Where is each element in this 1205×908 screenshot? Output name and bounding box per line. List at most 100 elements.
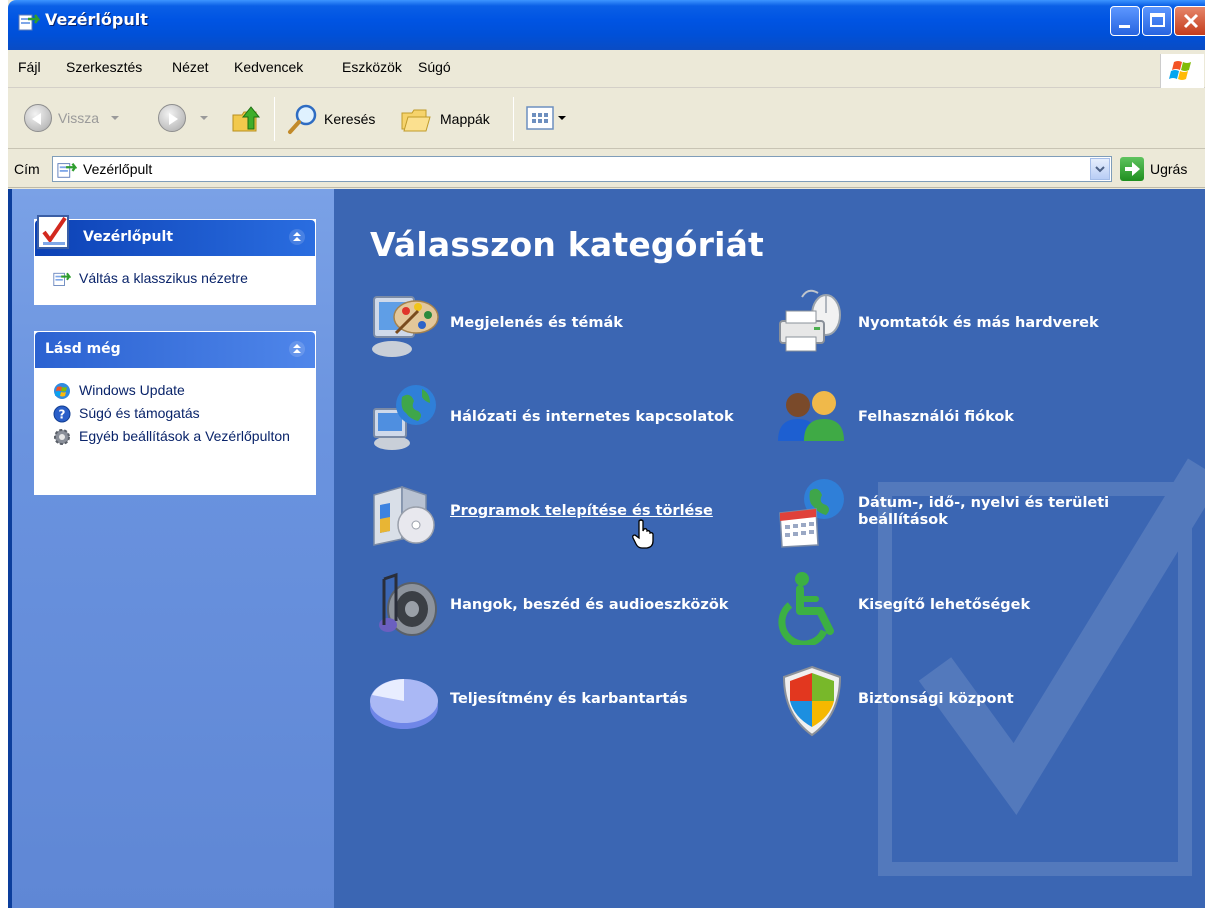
folders-label: Mappák [440,111,490,127]
go-label[interactable]: Ugrás [1150,161,1187,177]
forward-button[interactable] [158,104,208,132]
link-label: Egyéb beállítások a Vezérlőpulton [79,428,290,444]
address-bar: Cím Vezérlőpult Ugrás [8,150,1205,188]
menu-bar: Fájl Szerkesztés Nézet Kedvencek Eszközö… [8,50,1205,88]
other-options-link[interactable]: Egyéb beállítások a Vezérlőpulton [53,428,305,445]
menu-tools[interactable]: Eszközök [342,59,402,75]
minimize-button[interactable] [1110,6,1140,36]
category-performance[interactable]: Teljesítmény és karbantartás [366,663,766,743]
category-appearance[interactable]: Megjelenés és témák [366,287,766,367]
appearance-icon [372,296,439,357]
search-label: Keresés [324,111,376,127]
link-label: Váltás a klasszikus nézetre [79,270,248,286]
control-panel-icon [18,14,40,31]
category-label: Nyomtatók és más hardverek [858,315,1099,331]
close-icon [1183,13,1199,29]
help-support-link[interactable]: ? Súgó és támogatás [53,405,305,423]
page-heading: Válasszon kategóriát [370,225,765,264]
address-label: Cím [14,161,40,177]
switch-classic-view-link[interactable]: Váltás a klasszikus nézetre [53,270,305,287]
maximize-button[interactable] [1142,6,1172,36]
go-button[interactable] [1120,157,1144,181]
sound-icon [379,572,437,636]
category-user-accounts[interactable]: Felhasználói fiókok [774,381,1174,461]
folders-icon [401,109,431,132]
toolbar-separator [274,97,275,141]
forward-arrow-icon [158,104,186,132]
svg-text:?: ? [59,408,66,422]
address-field[interactable]: Vezérlőpult [52,156,1112,182]
back-label: Vissza [58,110,99,126]
category-label: Felhasználói fiókok [858,409,1014,425]
control-panel-icon [53,272,71,286]
see-also-panel: Lásd még Windows Update ? Súgó és támoga… [34,331,316,495]
network-icon [373,385,436,450]
go-arrow-icon [1125,162,1140,176]
menu-help[interactable]: Súgó [418,59,451,75]
control-panel-panel: Vezérlőpult Váltás a klasszikus nézetre [34,215,316,305]
category-printers[interactable]: Nyomtatók és más hardverek [774,287,1174,367]
category-label: Programok telepítése és törlése [450,503,713,519]
views-button[interactable] [526,105,566,131]
control-panel-large-icon [37,215,69,249]
control-panel-icon [57,162,77,178]
back-button[interactable]: Vissza [24,104,119,132]
category-label: Teljesítmény és karbantartás [450,691,688,707]
menu-view[interactable]: Nézet [172,59,209,75]
category-accessibility[interactable]: Kisegítő lehetőségek [774,569,1174,649]
user-accounts-icon [778,391,844,441]
category-label: Megjelenés és témák [450,315,623,331]
collapse-icon[interactable] [289,341,305,357]
link-label: Súgó és támogatás [79,405,200,421]
panel-header[interactable]: Lásd még [35,332,315,368]
category-label: Kisegítő lehetőségek [858,597,1031,613]
views-dropdown-icon[interactable] [558,116,566,120]
category-date-time[interactable]: Dátum-, idő-, nyelvi és területi beállít… [774,475,1174,555]
add-remove-programs-icon [373,485,435,546]
up-folder-icon[interactable] [230,103,262,135]
address-value: Vezérlőpult [83,161,153,177]
address-dropdown-button[interactable] [1090,158,1110,180]
panel-header[interactable]: Vezérlőpult [35,215,315,256]
search-button[interactable]: Keresés [286,103,375,135]
printer-icon [779,289,841,352]
category-label: Hálózati és internetes kapcsolatok [450,409,734,425]
task-pane: Vezérlőpult Váltás a klasszikus nézetre … [8,189,334,908]
windows-update-icon [54,383,70,399]
menu-edit[interactable]: Szerkesztés [66,59,142,75]
back-dropdown-icon[interactable] [110,116,119,120]
gear-icon [54,429,70,445]
search-icon [288,104,317,134]
forward-dropdown-icon[interactable] [200,116,208,120]
explorer-window: Vezérlőpult Fájl Szerkesztés Nézet Kedve… [8,0,1205,908]
collapse-icon[interactable] [289,229,305,245]
panel-title: Vezérlőpult [83,229,174,245]
menu-file[interactable]: Fájl [18,59,41,75]
close-button[interactable] [1174,6,1205,36]
category-network[interactable]: Hálózati és internetes kapcsolatok [366,381,766,461]
maximize-icon [1150,13,1165,27]
category-security-center[interactable]: Biztonsági központ [774,663,1174,743]
windows-logo [1160,54,1204,88]
category-add-remove-programs[interactable]: Programok telepítése és törlése [366,475,766,555]
panel-title: Lásd még [45,341,121,357]
back-arrow-icon [24,104,52,132]
performance-icon [370,679,438,729]
category-label: Dátum-, idő-, nyelvi és területi beállít… [858,495,1110,528]
date-time-icon [779,479,844,548]
folders-button[interactable]: Mappák [400,103,490,135]
category-label: Biztonsági központ [858,691,1014,707]
toolbar-separator [513,97,514,141]
help-icon: ? [53,405,71,423]
chevron-down-icon [1095,166,1105,173]
title-bar[interactable]: Vezérlőpult [8,0,1205,50]
windows-update-link[interactable]: Windows Update [53,382,305,399]
security-center-icon [782,665,842,737]
accessibility-icon [778,572,834,645]
minimize-icon [1119,25,1130,28]
menu-favorites[interactable]: Kedvencek [234,59,303,75]
toolbar: Vissza Keresés Mappák [8,89,1205,149]
category-label: Hangok, beszéd és audioeszközök [450,597,729,613]
link-label: Windows Update [79,382,185,398]
category-sounds[interactable]: Hangok, beszéd és audioeszközök [366,569,766,649]
